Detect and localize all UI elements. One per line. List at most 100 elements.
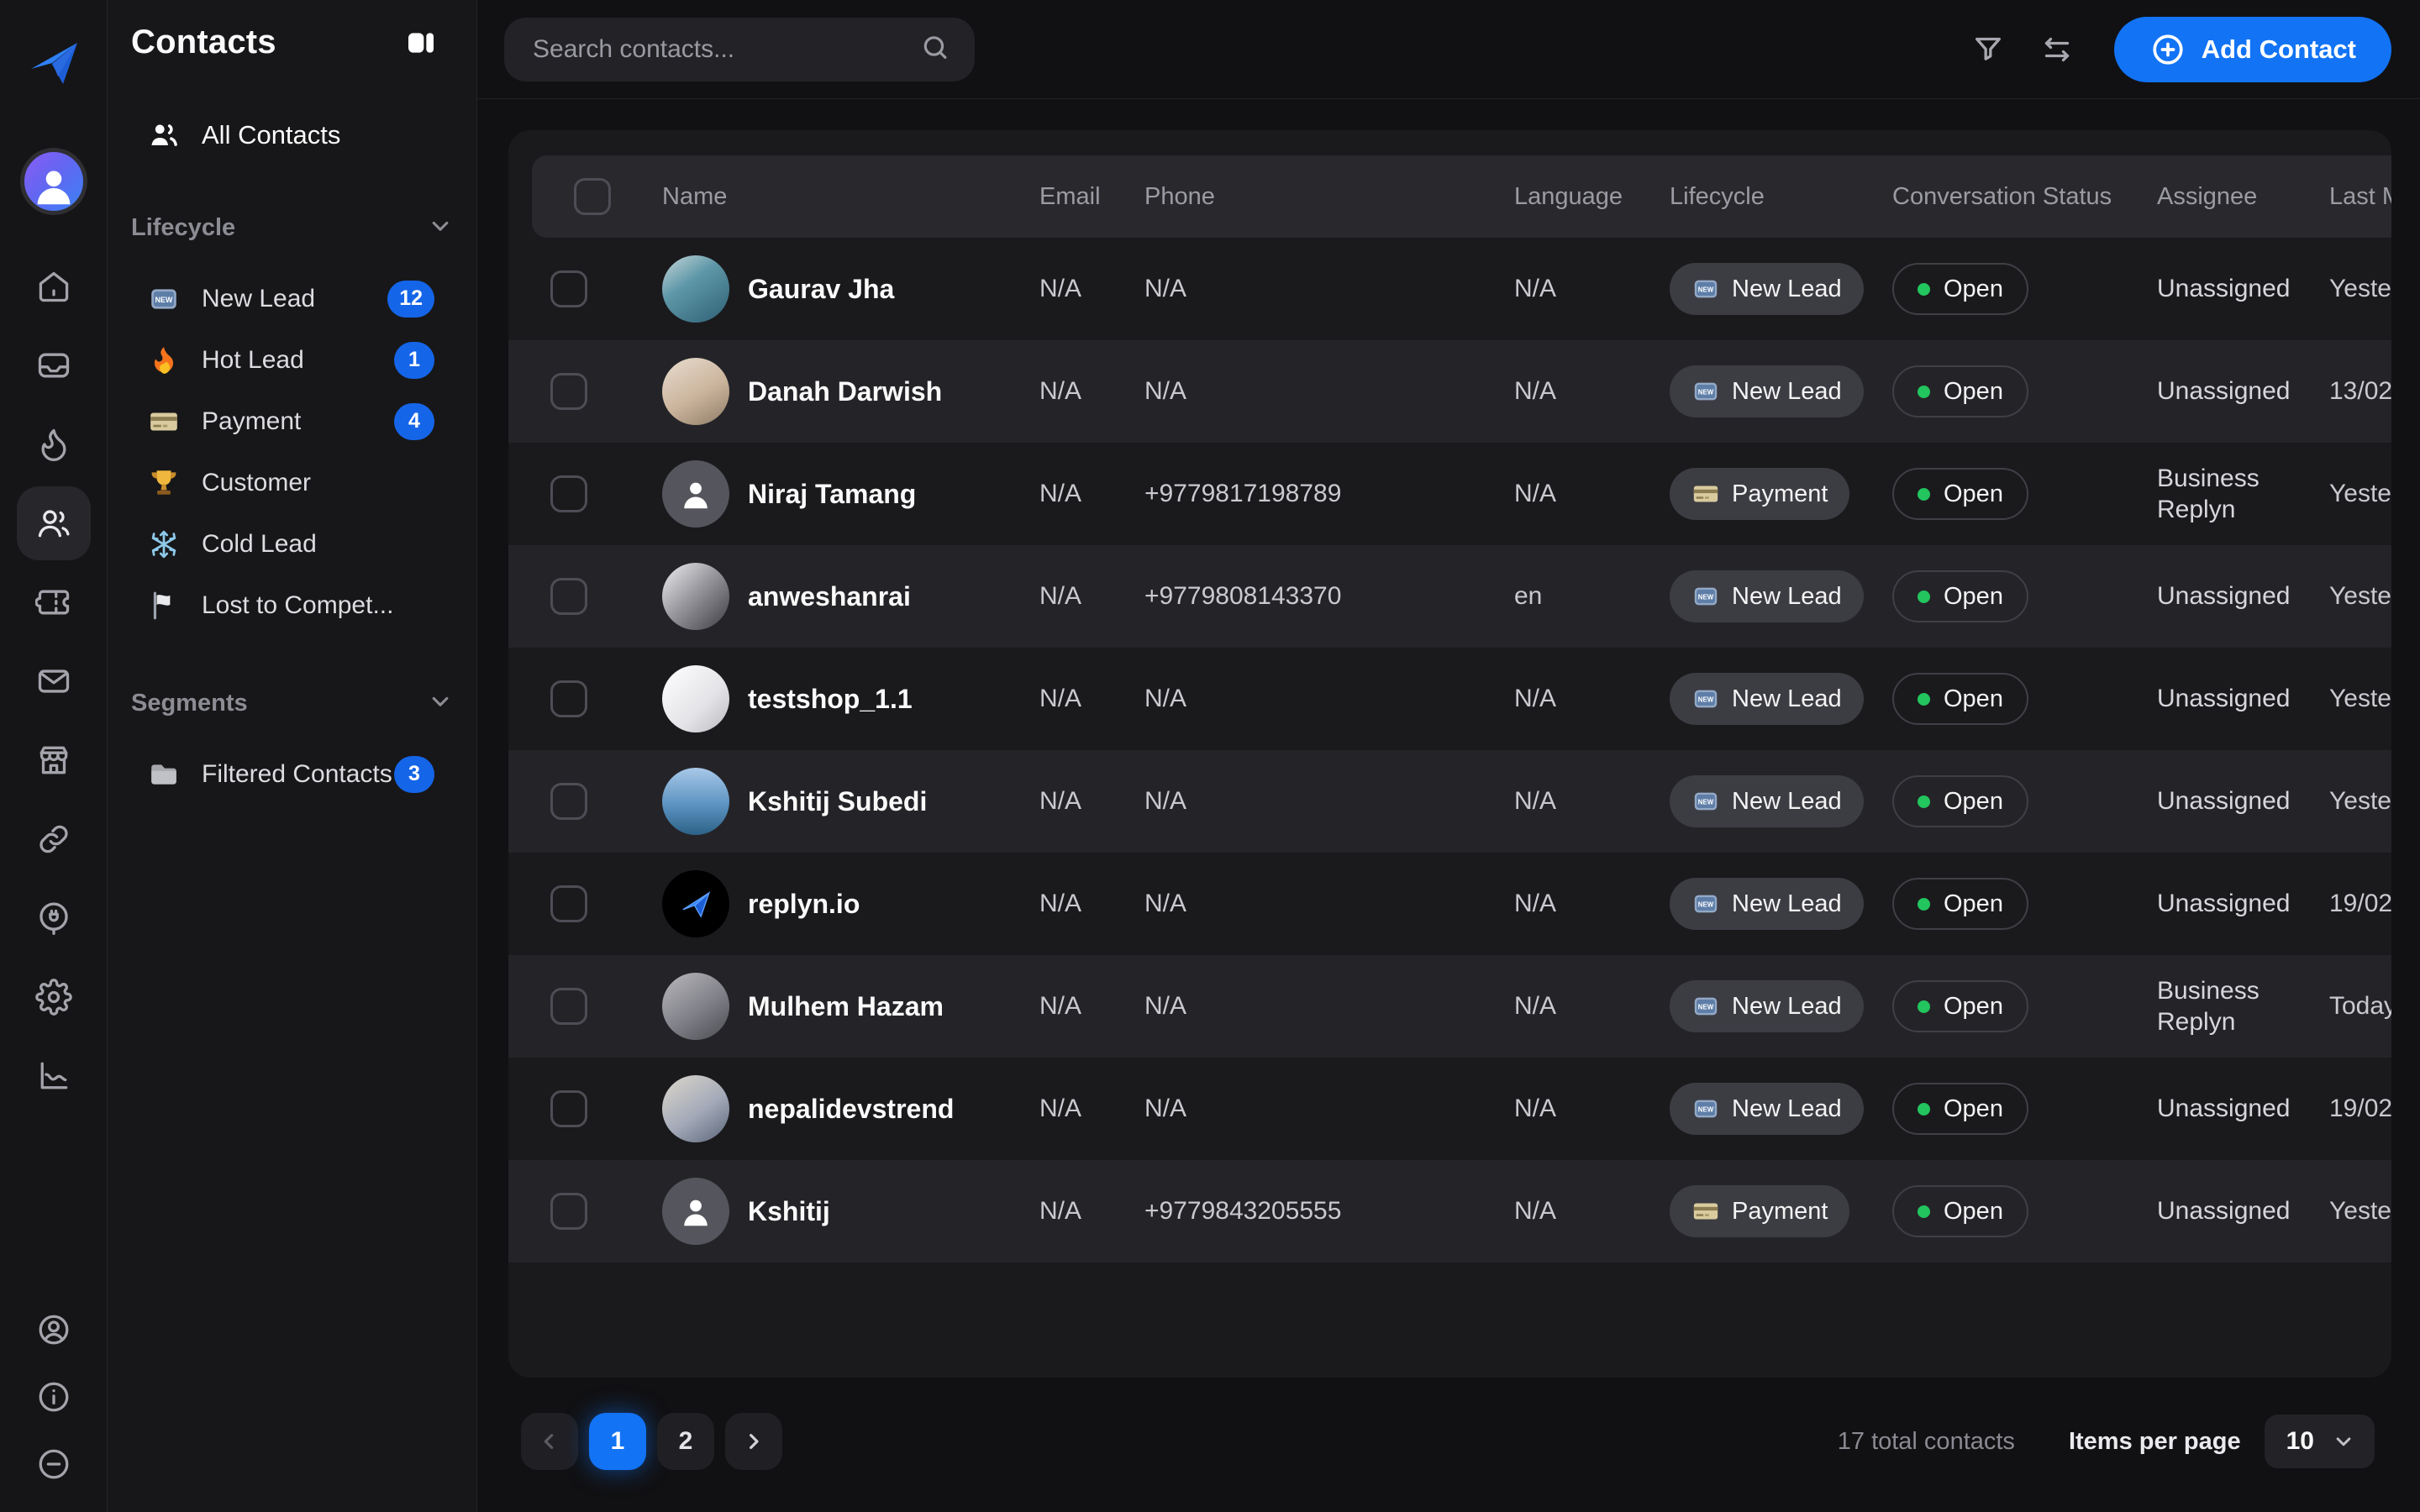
- sidebar-item-hot-lead[interactable]: Hot Lead 1: [108, 329, 476, 391]
- add-contact-button[interactable]: Add Contact: [2113, 16, 2391, 82]
- app-root: Contacts All Contacts Lifecycle NEW New …: [0, 0, 2420, 1512]
- sidebar-item-all-contacts[interactable]: All Contacts: [108, 110, 476, 160]
- table-row[interactable]: Kshitij N/A +9779843205555 N/A Payment O…: [508, 1160, 2391, 1263]
- sidebar-section-header[interactable]: Segments: [108, 681, 476, 725]
- col-header-assignee: Assignee: [2157, 182, 2258, 210]
- table-row[interactable]: Niraj Tamang N/A +9779817198789 N/A Paym…: [508, 443, 2391, 545]
- row-checkbox[interactable]: [550, 988, 587, 1025]
- ticket-icon[interactable]: [34, 583, 73, 622]
- user-avatar[interactable]: [19, 148, 87, 215]
- filter-funnel-icon[interactable]: [1965, 26, 2012, 73]
- svg-text:NEW: NEW: [1698, 799, 1714, 806]
- row-checkbox[interactable]: [550, 373, 587, 410]
- svg-text:NEW: NEW: [155, 296, 173, 304]
- main-area: Add Contact Name Email Phone Language Li…: [477, 0, 2420, 1512]
- table-row[interactable]: Danah Darwish N/A N/A N/A NEW New Lead O…: [508, 340, 2391, 443]
- link-icon[interactable]: [34, 820, 73, 858]
- last-message-cell: 19/02/2: [2329, 890, 2391, 917]
- sort-swap-icon[interactable]: [2033, 26, 2081, 73]
- phone-cell: N/A: [1144, 787, 1187, 815]
- rail-nav: [16, 267, 91, 1095]
- analytics-chart-icon[interactable]: [34, 1057, 73, 1095]
- item-label: Payment: [202, 407, 302, 435]
- status-label: Open: [1944, 685, 2003, 712]
- row-checkbox[interactable]: [550, 578, 587, 615]
- account-circle-icon[interactable]: [34, 1310, 73, 1349]
- row-checkbox[interactable]: [550, 885, 587, 922]
- count-badge: 3: [394, 755, 434, 793]
- sidebar-item-customer[interactable]: Customer: [108, 452, 476, 513]
- lifecycle-icon: NEW: [1691, 685, 1720, 713]
- sidebar-title: Contacts: [131, 24, 276, 60]
- row-checkbox[interactable]: [550, 1090, 587, 1127]
- contact-avatar: [662, 460, 729, 528]
- sidebar-item-cold-lead[interactable]: Cold Lead: [108, 513, 476, 575]
- replyn-logo-icon: [27, 35, 81, 89]
- home-icon[interactable]: [34, 267, 73, 306]
- select-all-checkbox[interactable]: [574, 178, 611, 215]
- search-box: [504, 17, 975, 81]
- table-row[interactable]: anweshanrai N/A +9779808143370 en NEW Ne…: [508, 545, 2391, 648]
- row-checkbox[interactable]: [550, 475, 587, 512]
- item-icon: [148, 467, 180, 499]
- contact-name: Kshitij: [748, 1195, 830, 1226]
- sidebar-item-filtered-contacts[interactable]: Filtered Contacts 3: [108, 743, 476, 805]
- lifecycle-badge: Payment: [1670, 468, 1850, 520]
- search-input[interactable]: [504, 17, 975, 81]
- lifecycle-label: New Lead: [1732, 275, 1842, 302]
- prev-page-button[interactable]: [521, 1413, 578, 1470]
- settings-gear-icon[interactable]: [34, 978, 73, 1016]
- contact-avatar: [662, 255, 729, 323]
- language-cell: N/A: [1514, 1197, 1557, 1225]
- table-body: Gaurav Jha N/A N/A N/A NEW New Lead Open…: [508, 238, 2391, 1263]
- assignee-cell: Unassigned: [2157, 377, 2291, 406]
- page-button-1[interactable]: 1: [589, 1413, 646, 1470]
- status-label: Open: [1944, 787, 2003, 815]
- sidebar-item-new-lead[interactable]: NEW New Lead 12: [108, 268, 476, 329]
- contacts-icon[interactable]: [16, 486, 91, 560]
- plus-circle-icon: [2153, 34, 2183, 65]
- lifecycle-badge: NEW New Lead: [1670, 775, 1864, 827]
- items-per-page-label: Items per page: [2068, 1427, 2241, 1455]
- row-checkbox[interactable]: [550, 783, 587, 820]
- table-row[interactable]: Kshitij Subedi N/A N/A N/A NEW New Lead …: [508, 750, 2391, 853]
- lifecycle-badge: NEW New Lead: [1670, 263, 1864, 315]
- page-button-2[interactable]: 2: [657, 1413, 714, 1470]
- items-per-page-select[interactable]: 10: [2264, 1415, 2375, 1468]
- contact-name: replyn.io: [748, 888, 860, 919]
- contact-name: Kshitij Subedi: [748, 785, 928, 816]
- flame-icon[interactable]: [34, 425, 73, 464]
- info-icon[interactable]: [34, 1378, 73, 1416]
- next-page-button[interactable]: [725, 1413, 782, 1470]
- row-checkbox[interactable]: [550, 270, 587, 307]
- table-row[interactable]: nepalidevstrend N/A N/A N/A NEW New Lead…: [508, 1058, 2391, 1160]
- table-row[interactable]: testshop_1.1 N/A N/A N/A NEW New Lead Op…: [508, 648, 2391, 750]
- phone-cell: N/A: [1144, 1095, 1187, 1122]
- item-icon: [148, 344, 180, 376]
- sidebar-item-payment[interactable]: Payment 4: [108, 391, 476, 452]
- status-label: Open: [1944, 992, 2003, 1020]
- chevron-down-icon: [2336, 1437, 2351, 1446]
- minus-circle-icon[interactable]: [34, 1445, 73, 1483]
- table-row[interactable]: Gaurav Jha N/A N/A N/A NEW New Lead Open…: [508, 238, 2391, 340]
- add-contact-label: Add Contact: [2201, 34, 2356, 64]
- all-contacts-label: All Contacts: [202, 120, 341, 150]
- item-label: New Lead: [202, 284, 316, 312]
- table-row[interactable]: Mulhem Hazam N/A N/A N/A NEW New Lead Op…: [508, 955, 2391, 1058]
- collapse-panel-icon[interactable]: [402, 24, 439, 61]
- table-row[interactable]: replyn.io N/A N/A N/A NEW New Lead Open …: [508, 853, 2391, 955]
- email-cell: N/A: [1039, 480, 1082, 507]
- widget-plug-icon[interactable]: [34, 899, 73, 937]
- language-cell: N/A: [1514, 685, 1557, 712]
- row-checkbox[interactable]: [550, 680, 587, 717]
- sidebar-item-lost-to-compet[interactable]: Lost to Compet...: [108, 575, 476, 636]
- col-header-lifecycle: Lifecycle: [1670, 182, 1765, 210]
- sidebar-sections: Lifecycle NEW New Lead 12 Hot Lead 1 Pay…: [108, 160, 476, 805]
- sidebar-section-header[interactable]: Lifecycle: [108, 206, 476, 249]
- assignee-cell: Unassigned: [2157, 1095, 2291, 1123]
- store-icon[interactable]: [34, 741, 73, 780]
- inbox-icon[interactable]: [34, 346, 73, 385]
- svg-text:NEW: NEW: [1698, 1106, 1714, 1114]
- mail-icon[interactable]: [34, 662, 73, 701]
- row-checkbox[interactable]: [550, 1193, 587, 1230]
